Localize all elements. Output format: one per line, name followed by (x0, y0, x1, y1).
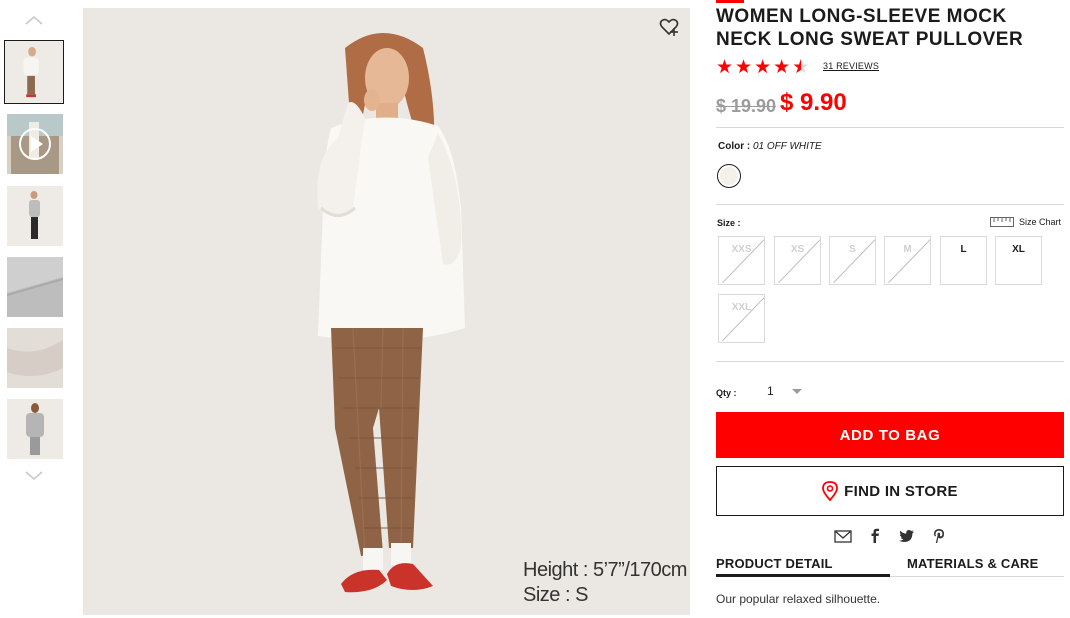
sale-price: $ 9.90 (780, 89, 847, 116)
chevron-down-icon[interactable] (24, 470, 44, 484)
thumbnail-1[interactable] (4, 40, 64, 104)
color-label: Color : 01 OFF WHITE (718, 141, 822, 152)
size-option-xs[interactable]: XS (774, 236, 821, 285)
tab-materials-care[interactable]: MATERIALS & CARE (907, 556, 1039, 571)
thumbnail-3[interactable] (7, 186, 63, 246)
divider (716, 127, 1064, 128)
star-icon: ★ (735, 57, 753, 78)
location-pin-icon (822, 481, 839, 501)
thumbnail-rail (0, 0, 72, 618)
mail-icon[interactable] (834, 528, 852, 544)
size-option-s[interactable]: S (829, 236, 876, 285)
find-in-store-button[interactable]: FIND IN STORE (716, 466, 1064, 516)
chevron-down-icon (791, 388, 802, 394)
twitter-icon[interactable] (898, 528, 916, 544)
ruler-icon (990, 217, 1014, 227)
caption-size: Size : S (523, 584, 588, 606)
caption-height: Height : 5’7”/170cm (523, 559, 687, 581)
find-in-store-label: FIND IN STORE (844, 482, 958, 500)
star-icon: ★ (716, 57, 734, 78)
size-option-xxs[interactable]: XXS (718, 236, 765, 285)
divider (716, 204, 1064, 205)
chevron-up-icon[interactable] (24, 14, 44, 28)
product-title: WOMEN LONG-SLEEVE MOCK NECK LONG SWEAT P… (716, 6, 1024, 50)
qty-label: Qty : (716, 388, 737, 398)
product-description: Our popular relaxed silhouette. (716, 592, 881, 606)
thumbnail-video[interactable] (7, 114, 63, 174)
size-option-l[interactable]: L (940, 236, 987, 285)
share-icons (834, 528, 948, 544)
size-chart-label: Size Chart (1019, 217, 1062, 227)
star-rating: ★ ★ ★ ★ ★★ (716, 57, 811, 78)
original-price: $ 19.90 (716, 96, 777, 116)
main-product-image: Height : 5’7”/170cm Size : S (83, 8, 690, 615)
thumbnail-4[interactable] (7, 257, 63, 317)
thumbnail-6[interactable] (7, 399, 63, 459)
accent-bar (716, 0, 744, 3)
pinterest-icon[interactable] (930, 528, 948, 544)
active-tab-indicator (716, 574, 890, 577)
size-option-xl[interactable]: XL (995, 236, 1042, 285)
model-caption: Height : 5’7”/170cm Size : S (523, 558, 687, 608)
size-chart-link[interactable]: Size Chart (990, 217, 1061, 227)
reviews-link[interactable]: 31 REVIEWS (823, 61, 879, 71)
size-option-m[interactable]: M (884, 236, 931, 285)
color-value: 01 OFF WHITE (753, 141, 822, 152)
model-photo (83, 8, 690, 615)
facebook-icon[interactable] (866, 528, 884, 544)
color-label-text: Color : (718, 141, 751, 152)
divider (716, 361, 1064, 362)
star-icon: ★ (773, 57, 791, 78)
thumbnail-5[interactable] (7, 328, 63, 388)
tab-product-detail[interactable]: PRODUCT DETAIL (716, 556, 833, 571)
half-star-icon: ★★ (792, 57, 810, 78)
color-swatch-off-white[interactable] (717, 164, 741, 188)
heart-plus-icon[interactable] (658, 16, 680, 38)
qty-value: 1 (767, 384, 774, 398)
qty-select[interactable]: 1 (760, 380, 810, 402)
star-icon: ★ (754, 57, 772, 78)
size-option-xxl[interactable]: XXL (718, 294, 765, 343)
add-to-bag-button[interactable]: ADD TO BAG (716, 412, 1064, 458)
size-label: Size : (717, 218, 741, 228)
